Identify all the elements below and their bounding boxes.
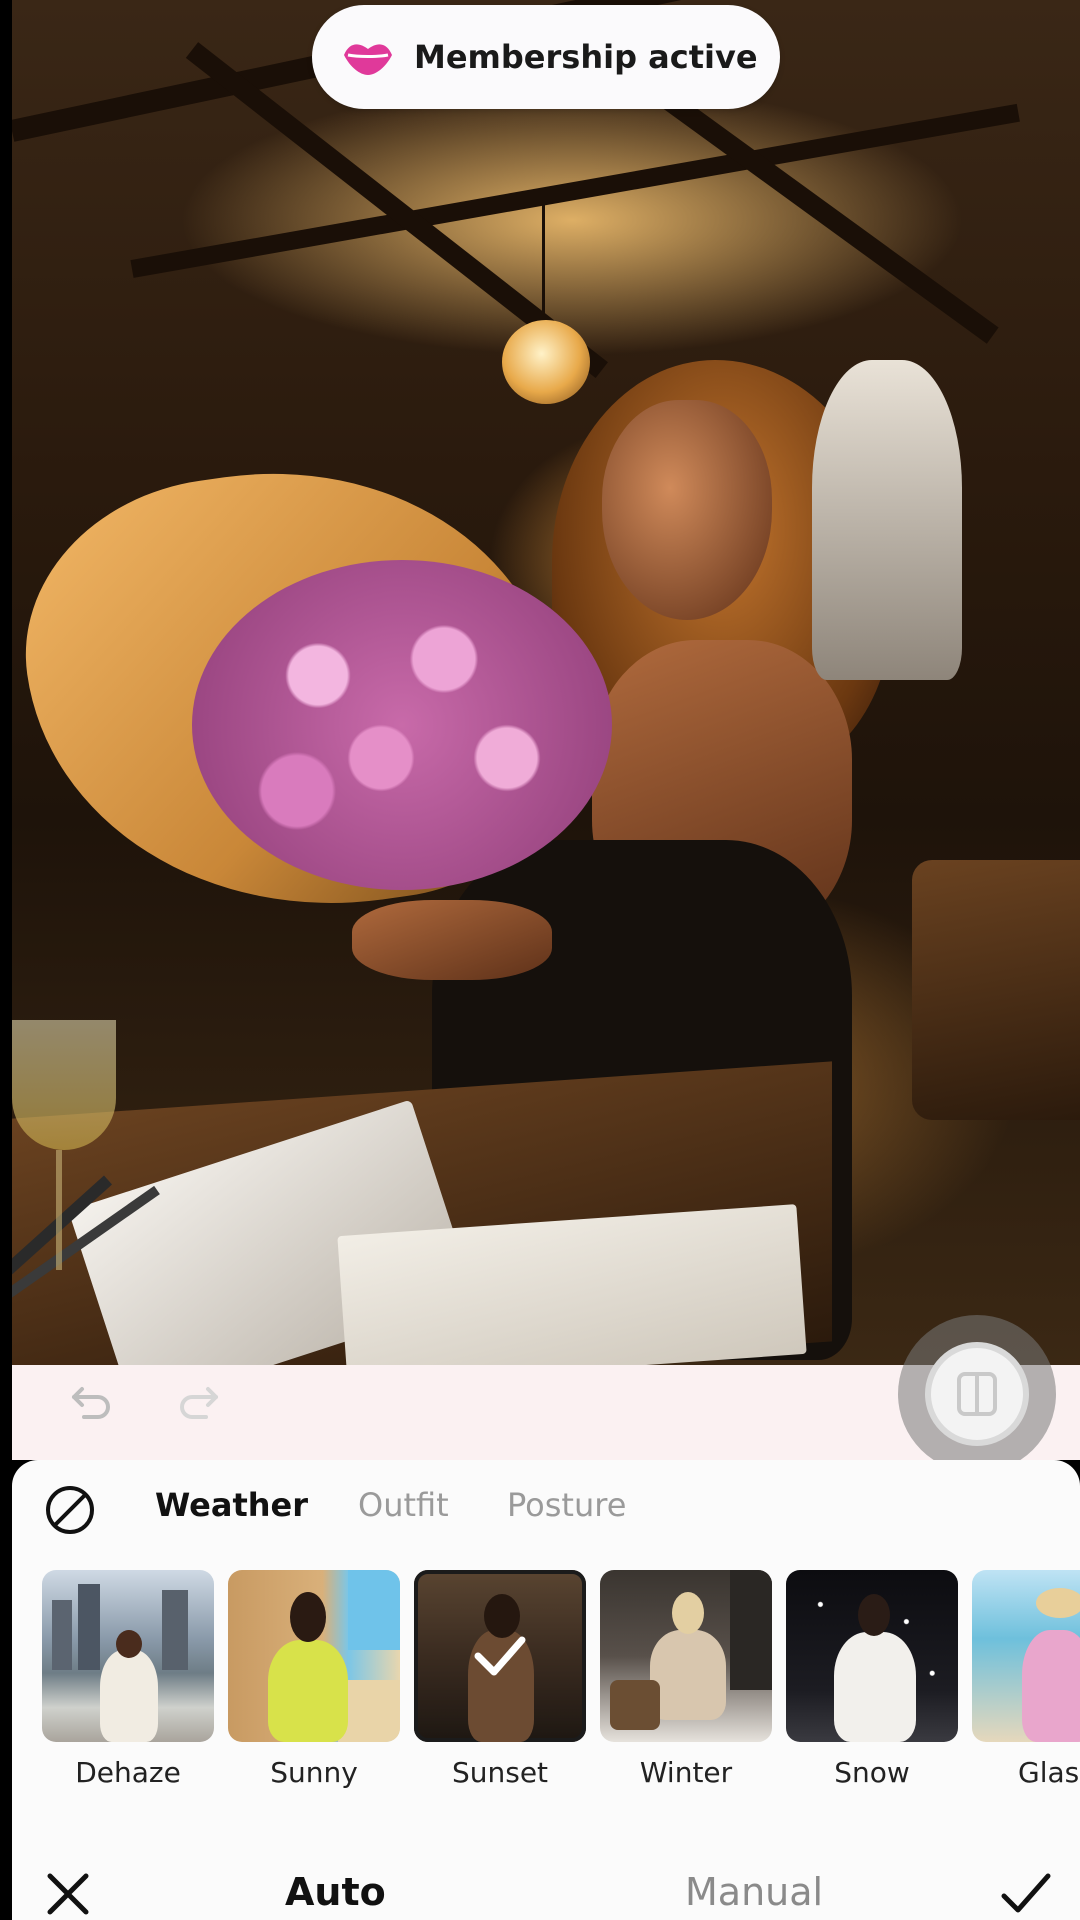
preset-sunny[interactable]: Sunny [228, 1570, 400, 1789]
preset-thumbnail [600, 1570, 772, 1742]
compare-button[interactable] [898, 1315, 1056, 1473]
tab-weather[interactable]: Weather [155, 1486, 308, 1524]
preset-thumbnail [786, 1570, 958, 1742]
preset-winter[interactable]: Winter [600, 1570, 772, 1789]
preset-thumbnail [414, 1570, 586, 1742]
preset-sunset[interactable]: Sunset [414, 1570, 586, 1789]
mode-manual[interactable]: Manual [685, 1870, 823, 1914]
close-icon[interactable] [46, 1872, 90, 1916]
tab-outfit[interactable]: Outfit [358, 1486, 449, 1524]
no-effect-icon[interactable] [44, 1484, 96, 1536]
mode-auto[interactable]: Auto [285, 1870, 386, 1914]
preset-thumbnail [972, 1570, 1080, 1742]
redo-icon[interactable] [170, 1375, 226, 1431]
preset-label: Sunny [270, 1756, 358, 1789]
preset-label: Sunset [451, 1756, 549, 1789]
membership-banner[interactable]: Membership active [312, 5, 780, 109]
preset-thumbnail [228, 1570, 400, 1742]
preset-glas[interactable]: Glas [972, 1570, 1080, 1789]
membership-label: Membership active [414, 38, 758, 76]
edited-photo [12, 0, 1080, 1365]
check-icon[interactable] [1000, 1872, 1052, 1916]
preset-snow[interactable]: Snow [786, 1570, 958, 1789]
preset-thumbnail [42, 1570, 214, 1742]
preset-dehaze[interactable]: Dehaze [42, 1570, 214, 1789]
preset-label: Winter [639, 1756, 733, 1789]
selected-check-icon [414, 1570, 586, 1742]
preset-label: Dehaze [75, 1756, 181, 1789]
preset-label: Snow [834, 1756, 910, 1789]
tab-posture[interactable]: Posture [507, 1486, 626, 1524]
undo-icon[interactable] [64, 1375, 120, 1431]
preset-label: Glas [1018, 1756, 1080, 1789]
lips-icon [342, 31, 394, 83]
compare-icon [925, 1342, 1029, 1446]
